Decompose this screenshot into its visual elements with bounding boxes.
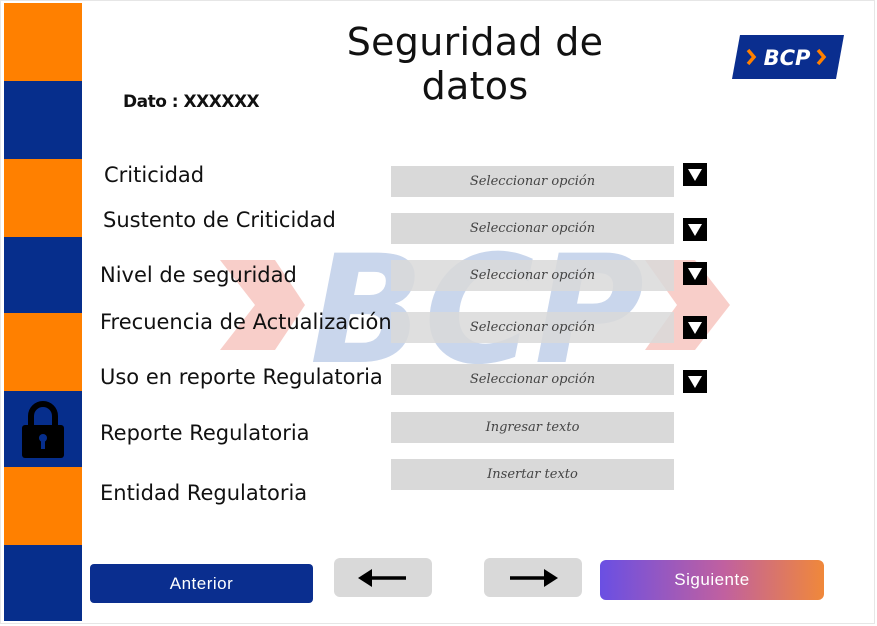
- label-criticidad: Criticidad: [104, 163, 205, 187]
- select-criticidad[interactable]: Seleccionar opción: [391, 166, 674, 197]
- label-entidad-regulatoria: Entidad Regulatoria: [100, 481, 308, 505]
- label-sustento: Sustento de Criticidad: [103, 208, 336, 232]
- input-reporte-regulatoria[interactable]: Ingresar texto: [391, 412, 674, 443]
- stripe-navy: [4, 81, 82, 159]
- forward-button[interactable]: [484, 558, 582, 597]
- label-frecuencia: Frecuencia de Actualización: [100, 310, 392, 334]
- select-frecuencia[interactable]: Seleccionar opción: [391, 312, 674, 343]
- input-entidad-regulatoria[interactable]: Insertar texto: [391, 459, 674, 490]
- logo-text: BCP: [764, 46, 811, 70]
- side-stripe: [4, 3, 82, 621]
- label-nivel-seguridad: Nivel de seguridad: [100, 263, 297, 287]
- stripe-orange: [4, 313, 82, 391]
- bcp-logo: BCP: [732, 35, 844, 79]
- stripe-navy: [4, 545, 82, 621]
- label-uso-reporte: Uso en reporte Regulatoria: [100, 365, 383, 389]
- arrow-right-icon: [510, 568, 558, 587]
- select-nivel-seguridad[interactable]: Seleccionar opción: [391, 260, 674, 291]
- select-uso-reporte[interactable]: Seleccionar opción: [391, 364, 674, 395]
- page-title: Seguridad de datos: [346, 20, 604, 108]
- stripe-navy: [4, 237, 82, 313]
- chevron-down-icon[interactable]: [683, 370, 707, 393]
- chevron-down-icon[interactable]: [683, 163, 707, 186]
- select-sustento[interactable]: Seleccionar opción: [391, 213, 674, 244]
- chevron-down-icon[interactable]: [683, 262, 707, 285]
- arrow-left-icon: [358, 568, 406, 587]
- back-button[interactable]: [334, 558, 432, 597]
- anterior-button[interactable]: Anterior: [90, 564, 313, 603]
- stripe-orange: [4, 159, 82, 237]
- stripe-orange: [4, 467, 82, 545]
- label-reporte-regulatoria: Reporte Regulatoria: [100, 421, 310, 445]
- dato-label: Dato : XXXXXX: [123, 92, 260, 112]
- siguiente-button[interactable]: Siguiente: [600, 560, 824, 600]
- chevron-down-icon[interactable]: [683, 218, 707, 241]
- lock-icon: [22, 401, 64, 458]
- chevron-down-icon[interactable]: [683, 316, 707, 339]
- stripe-orange: [4, 3, 82, 81]
